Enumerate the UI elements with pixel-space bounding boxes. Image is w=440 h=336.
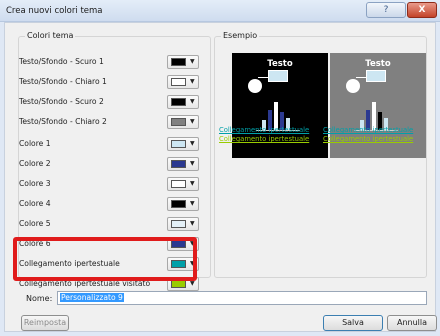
color-row-label: Testo/Sfondo - Scuro 2 bbox=[19, 97, 104, 106]
chevron-down-icon: ▼ bbox=[190, 78, 195, 85]
highlight-box bbox=[13, 237, 197, 281]
color-row-label: Testo/Sfondo - Scuro 1 bbox=[19, 57, 104, 66]
title-bar: Crea nuovi colori tema ? X bbox=[0, 0, 440, 22]
color-picker-button[interactable]: ▼ bbox=[167, 197, 199, 211]
chevron-down-icon: ▼ bbox=[190, 98, 195, 105]
preview-dark-hyperlink: Collegamento ipertestuale bbox=[219, 126, 310, 134]
cancel-button[interactable]: Annulla bbox=[387, 315, 437, 331]
color-swatch bbox=[171, 220, 186, 228]
color-swatch bbox=[171, 140, 186, 148]
color-swatch bbox=[171, 118, 186, 126]
preview-dark-circle bbox=[248, 79, 262, 93]
name-label: Nome: bbox=[26, 294, 53, 303]
window-title: Crea nuovi colori tema bbox=[6, 6, 103, 16]
color-row-label: Testo/Sfondo - Chiaro 2 bbox=[19, 117, 107, 126]
color-row-label: Colore 2 bbox=[19, 159, 51, 168]
chevron-down-icon: ▼ bbox=[190, 200, 195, 207]
color-picker-button[interactable]: ▼ bbox=[167, 137, 199, 151]
chevron-down-icon: ▼ bbox=[190, 280, 195, 287]
color-picker-button[interactable]: ▼ bbox=[167, 217, 199, 231]
color-swatch bbox=[171, 180, 186, 188]
close-button[interactable]: X bbox=[407, 2, 437, 18]
chevron-down-icon: ▼ bbox=[190, 140, 195, 147]
preview-gray-visited: Collegamento ipertestuale bbox=[323, 135, 414, 143]
preview-gray-hyperlink: Collegamento ipertestuale bbox=[323, 126, 414, 134]
color-row-label: Colore 4 bbox=[19, 199, 51, 208]
preview-gray-title: Testo bbox=[365, 59, 391, 69]
preview-gray-circle bbox=[346, 79, 360, 93]
color-picker-button[interactable]: ▼ bbox=[167, 95, 199, 109]
chevron-down-icon: ▼ bbox=[190, 118, 195, 125]
color-picker-button[interactable]: ▼ bbox=[167, 75, 199, 89]
color-swatch bbox=[171, 280, 186, 288]
dialog-body: Colori tema Esempio Testo/Sfondo - Scuro… bbox=[4, 22, 437, 332]
color-swatch bbox=[171, 78, 186, 86]
preview-dark-rect bbox=[268, 70, 288, 82]
color-swatch bbox=[171, 58, 186, 66]
color-row-label: Colore 3 bbox=[19, 179, 51, 188]
color-row-label: Testo/Sfondo - Chiaro 1 bbox=[19, 77, 107, 86]
color-swatch bbox=[171, 160, 186, 168]
help-button[interactable]: ? bbox=[366, 2, 406, 18]
name-input[interactable]: Personalizzato 9 bbox=[57, 291, 427, 305]
chevron-down-icon: ▼ bbox=[190, 180, 195, 187]
preview-dark-visited: Collegamento ipertestuale bbox=[219, 135, 310, 143]
color-row-label: Colore 1 bbox=[19, 139, 51, 148]
color-row-label: Colore 5 bbox=[19, 219, 51, 228]
preview-gray-rect bbox=[366, 70, 386, 82]
color-picker-button[interactable]: ▼ bbox=[167, 115, 199, 129]
theme-colors-legend: Colori tema bbox=[25, 31, 76, 40]
color-swatch bbox=[171, 200, 186, 208]
example-legend: Esempio bbox=[221, 31, 260, 40]
name-input-value: Personalizzato 9 bbox=[60, 293, 124, 302]
save-button[interactable]: Salva bbox=[323, 315, 383, 331]
preview-dark-title: Testo bbox=[267, 59, 293, 69]
reset-button[interactable]: Reimposta bbox=[21, 315, 69, 331]
color-picker-button[interactable]: ▼ bbox=[167, 177, 199, 191]
color-picker-button[interactable]: ▼ bbox=[167, 55, 199, 69]
chevron-down-icon: ▼ bbox=[190, 58, 195, 65]
chevron-down-icon: ▼ bbox=[190, 220, 195, 227]
chevron-down-icon: ▼ bbox=[190, 160, 195, 167]
color-swatch bbox=[171, 98, 186, 106]
color-picker-button[interactable]: ▼ bbox=[167, 157, 199, 171]
